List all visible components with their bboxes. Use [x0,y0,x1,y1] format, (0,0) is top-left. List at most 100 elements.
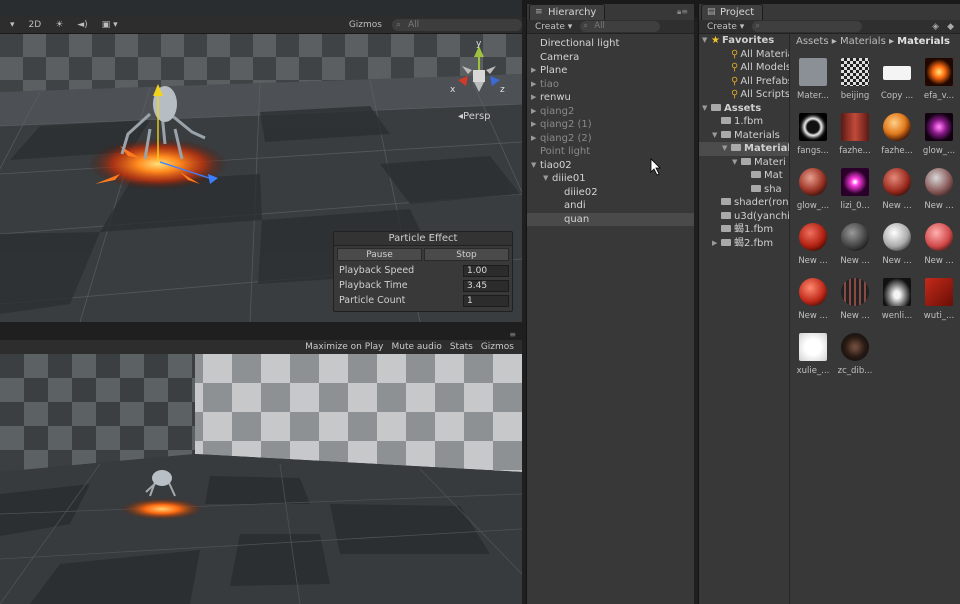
tab-hierarchy[interactable]: ≡ Hierarchy [529,4,606,20]
stats-toggle[interactable]: Stats [450,342,473,352]
scene-view[interactable]: y x z ◂Persp Particle Effect Pause Stop … [0,0,522,322]
mute-audio-toggle[interactable]: Mute audio [392,342,442,352]
panel-menu-icon[interactable]: ≡ [509,330,516,339]
expand-arrow-down-icon[interactable]: ▼ [531,159,536,173]
asset-item[interactable]: xulie_... [791,329,835,385]
asset-item[interactable]: glow_... [917,109,960,165]
scene-gizmos-dropdown[interactable]: Gizmos [345,20,386,30]
project-tree-item[interactable]: ▼ Materials [699,129,789,143]
game-view[interactable] [0,354,522,604]
asset-item[interactable]: New ... [833,274,877,330]
hierarchy-item[interactable]: ▶ qiang2 [527,105,694,119]
hierarchy-item[interactable]: quan [527,212,694,226]
expand-arrow-right-icon[interactable]: ▶ [531,105,536,119]
project-tree-item[interactable]: 蝎1.fbm [699,223,789,237]
asset-item[interactable]: wenli... [875,274,919,330]
expand-arrow-right-icon[interactable]: ▶ [531,118,536,132]
asset-item[interactable]: wuti_... [917,274,960,330]
expand-arrow-right-icon[interactable]: ▶ [531,64,536,78]
project-tree-item[interactable]: ▼ ★ Favorites [699,34,789,48]
project-tree-item[interactable]: Mat [699,169,789,183]
project-tree-item[interactable]: 1.fbm [699,115,789,129]
project-tree-item[interactable]: ⚲All Materials [699,48,789,62]
breadcrumb-assets[interactable]: Assets [796,36,829,47]
2d-toggle[interactable]: 2D [25,20,46,30]
project-tree-item[interactable]: ⚲ All Models [699,61,789,75]
particle-count-field: 1 [463,294,509,307]
project-tree-item[interactable]: ▼ Assets [699,102,789,116]
expand-arrow-down-icon[interactable]: ▼ [712,129,717,143]
hierarchy-item[interactable]: andi [527,199,694,213]
expand-arrow-down-icon[interactable]: ▼ [702,102,707,116]
lighting-toggle-icon[interactable]: ☀ [51,20,67,30]
asset-item[interactable]: efa_v... [917,54,960,110]
project-tree-label: All Materials [740,48,789,60]
hierarchy-item[interactable]: ▶ qiang2 (2) [527,132,694,146]
project-create-button[interactable]: Create ▾ [707,22,744,32]
asset-item[interactable]: New ... [917,219,960,275]
project-tree-item[interactable]: sha [699,183,789,197]
asset-item[interactable]: New ... [875,219,919,275]
asset-item[interactable]: glow_... [791,164,835,220]
hierarchy-create-button[interactable]: Create ▾ [535,22,572,32]
asset-item[interactable]: fazhe... [833,109,877,165]
asset-item[interactable]: New ... [875,164,919,220]
shading-mode-dropdown[interactable]: ▾ [6,20,19,30]
maximize-on-play-toggle[interactable]: Maximize on Play [305,342,383,352]
project-tree-item[interactable]: u3d(yanchi [699,210,789,224]
expand-arrow-right-icon[interactable]: ▶ [531,132,536,146]
pause-button[interactable]: Pause [337,248,422,261]
asset-item[interactable]: New ... [791,274,835,330]
project-tree-item[interactable]: shader(ron [699,196,789,210]
project-search-input[interactable]: ⌕ [752,21,863,32]
asset-folder[interactable]: Mater... [791,54,835,110]
hierarchy-item[interactable]: Camera [527,51,694,65]
tab-project[interactable]: ▤ Project [701,4,764,20]
expand-arrow-right-icon[interactable]: ▶ [531,78,536,92]
hierarchy-item[interactable]: Directional light [527,37,694,51]
filter-by-type-icon[interactable]: ◈ [932,22,939,32]
playback-speed-field[interactable]: 1.00 [463,264,509,277]
project-tree-item[interactable]: ▼ Materi [699,156,789,170]
expand-arrow-right-icon[interactable]: ▶ [712,237,717,251]
hierarchy-item[interactable]: Point light [527,145,694,159]
game-gizmos-dropdown[interactable]: Gizmos [481,342,514,352]
asset-item[interactable]: beijing [833,54,877,110]
hierarchy-item[interactable]: ▼ tiao02 [527,159,694,173]
effects-toggle-icon[interactable]: ▣ ▾ [98,20,122,30]
asset-item[interactable]: Copy ... [875,54,919,110]
asset-item[interactable]: New ... [791,219,835,275]
project-tree-item[interactable]: ⚲ All Prefabs [699,75,789,89]
project-tree-item[interactable]: ▼ Materials [699,142,789,156]
asset-item[interactable]: zc_dib... [833,329,877,385]
expand-arrow-down-icon[interactable]: ▼ [543,172,548,186]
hierarchy-item[interactable]: ▶ qiang2 (1) [527,118,694,132]
orientation-gizmo[interactable]: y x z [448,40,508,104]
expand-arrow-down-icon[interactable]: ▼ [702,34,707,48]
asset-item[interactable]: New ... [917,164,960,220]
audio-toggle-icon[interactable]: ◄) [73,20,91,30]
asset-item[interactable]: New ... [833,219,877,275]
stop-button[interactable]: Stop [424,248,509,261]
hierarchy-item[interactable]: ▶ Plane [527,64,694,78]
hierarchy-item[interactable]: ▶ tiao [527,78,694,92]
breadcrumb-materials[interactable]: Materials [840,36,886,47]
filter-by-label-icon[interactable]: ◆ [947,22,954,32]
expand-arrow-down-icon[interactable]: ▼ [732,156,737,170]
expand-arrow-down-icon[interactable]: ▼ [722,142,727,156]
hierarchy-item[interactable]: diiie02 [527,186,694,200]
hierarchy-item[interactable]: ▼ diiie01 [527,172,694,186]
hierarchy-item[interactable]: ▶ renwu [527,91,694,105]
scene-search-input[interactable]: ⌕ All [392,19,522,31]
hierarchy-search-input[interactable]: ⌕ All [580,21,661,32]
asset-item[interactable]: lizi_0... [833,164,877,220]
breadcrumb-current[interactable]: Materials [897,36,950,47]
expand-arrow-right-icon[interactable]: ▶ [531,91,536,105]
asset-item[interactable]: fazhe... [875,109,919,165]
project-tree-item[interactable]: ⚲ All Scripts [699,88,789,102]
projection-label[interactable]: ◂Persp [458,111,491,122]
lock-icon[interactable]: 🔒︎≡ [677,7,688,17]
project-tree-item[interactable]: ▶ 蝎2.fbm [699,237,789,251]
playback-time-field[interactable]: 3.45 [463,279,509,292]
asset-item[interactable]: fangs... [791,109,835,165]
